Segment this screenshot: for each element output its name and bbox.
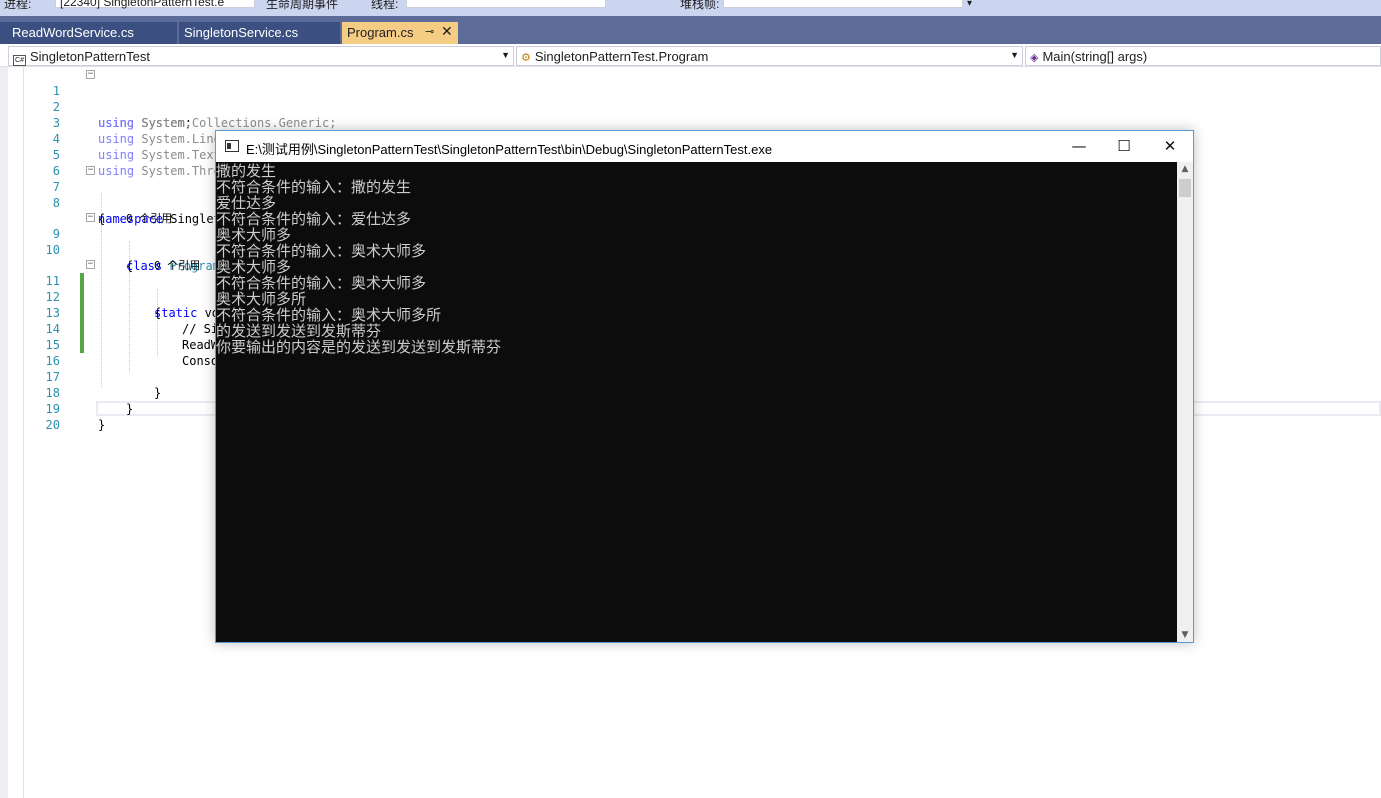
console-title-bar[interactable]: E:\测试用例\SingletonPatternTest\SingletonPa… bbox=[216, 131, 1193, 162]
tab-label: ReadWordService.cs bbox=[12, 25, 134, 40]
console-app-icon[interactable] bbox=[225, 140, 239, 152]
member-combo[interactable]: ◈ Main(string[] args) bbox=[1025, 46, 1381, 66]
stack-frame-combo[interactable] bbox=[723, 0, 963, 8]
collapse-icon[interactable]: − bbox=[86, 213, 95, 222]
output-line: 奥术大师多所 bbox=[216, 290, 307, 308]
scrollbar-thumb[interactable] bbox=[1179, 179, 1191, 197]
collapse-icon[interactable]: − bbox=[86, 260, 95, 269]
code-line: 4 using System.Text; bbox=[0, 115, 1381, 162]
output-line: 奥术大师多 bbox=[216, 226, 292, 244]
output-line: 不符合条件的输入：奥术大师多所 bbox=[216, 306, 442, 324]
output-line: 不符合条件的输入：奥术大师多 bbox=[216, 274, 427, 292]
project-combo[interactable]: C# SingletonPatternTest ▼ bbox=[8, 46, 514, 66]
method-icon: ◈ bbox=[1030, 52, 1039, 64]
stack-label: 堆栈帧: bbox=[680, 0, 720, 11]
lifecycle-label[interactable]: 生命周期事件 bbox=[266, 0, 338, 12]
process-label: 进程: bbox=[4, 0, 32, 11]
navigation-bar: C# SingletonPatternTest ▼ ⚙ SingletonPatte… bbox=[0, 45, 1381, 67]
maximize-button[interactable]: ☐ bbox=[1101, 131, 1147, 162]
output-line: 的发送到发送到发斯蒂芬 bbox=[216, 322, 382, 340]
output-line: 不符合条件的输入：撒的发生 bbox=[216, 178, 412, 196]
output-line: 奥术大师多 bbox=[216, 258, 292, 276]
member-name: Main(string[] args) bbox=[1042, 49, 1148, 64]
collapse-icon[interactable]: − bbox=[86, 70, 95, 79]
code-text: } bbox=[98, 418, 106, 432]
class-icon: ⚙ bbox=[521, 52, 531, 64]
console-scrollbar[interactable]: ▲ ▼ bbox=[1177, 162, 1193, 642]
console-title: E:\测试用例\SingletonPatternTest\SingletonPa… bbox=[246, 142, 773, 157]
toolbar-overflow-icon[interactable]: ▾ bbox=[967, 0, 972, 9]
process-value: [22340] SingletonPatternTest.e bbox=[60, 0, 225, 9]
csharp-project-icon: C# bbox=[13, 55, 26, 66]
code-line: 3 using System.Linq; bbox=[0, 99, 1381, 146]
project-name: SingletonPatternTest bbox=[30, 49, 150, 64]
document-tab-strip: ReadWordService.cs SingletonService.cs P… bbox=[0, 16, 1381, 61]
tab-label: Program.cs bbox=[347, 25, 414, 40]
tab-program[interactable]: Program.cs ⊸ ✕ bbox=[342, 22, 458, 44]
tab-label: SingletonService.cs bbox=[184, 25, 299, 40]
chevron-down-icon: ▼ bbox=[501, 50, 510, 60]
output-line: 不符合条件的输入：奥术大师多 bbox=[216, 242, 427, 260]
collapse-icon[interactable]: − bbox=[86, 166, 95, 175]
type-combo[interactable]: ⚙ SingletonPatternTest.Program ▼ bbox=[516, 46, 1023, 66]
close-button[interactable]: ✕ bbox=[1147, 131, 1193, 162]
scroll-down-icon[interactable]: ▼ bbox=[1177, 630, 1193, 640]
scroll-up-icon[interactable]: ▲ bbox=[1177, 164, 1193, 174]
output-line: 爱仕达多 bbox=[216, 194, 277, 212]
tab-singletonservice[interactable]: SingletonService.cs bbox=[179, 22, 340, 44]
output-line: 不符合条件的输入：爱仕达多 bbox=[216, 210, 412, 228]
line-number: 20 bbox=[45, 418, 60, 432]
minimize-button[interactable]: — bbox=[1056, 131, 1102, 162]
thread-label: 线程: bbox=[371, 0, 399, 11]
output-line: 你要输出的内容是的发送到发送到发斯蒂芬 bbox=[216, 338, 502, 356]
debug-toolbar: 进程: [22340] SingletonPatternTest.e 生命周期事… bbox=[0, 0, 1381, 16]
tab-readwordservice[interactable]: ReadWordService.cs bbox=[0, 22, 177, 44]
output-line: 撒的发生 bbox=[216, 162, 277, 180]
thread-combo[interactable] bbox=[406, 0, 606, 8]
pin-icon[interactable]: ⊸ bbox=[425, 25, 434, 38]
close-icon[interactable]: ✕ bbox=[441, 23, 453, 40]
process-combo[interactable]: [22340] SingletonPatternTest.e bbox=[55, 0, 255, 9]
code-line: 1 − using System; bbox=[0, 67, 1381, 131]
chevron-down-icon: ▼ bbox=[1010, 50, 1019, 60]
code-line: 2 using System.Collections.Generic; bbox=[0, 83, 1381, 130]
console-window[interactable]: E:\测试用例\SingletonPatternTest\SingletonPa… bbox=[215, 130, 1194, 643]
type-name: SingletonPatternTest.Program bbox=[534, 49, 709, 64]
console-output[interactable]: 撒的发生 不符合条件的输入：撒的发生 爱仕达多 不符合条件的输入：爱仕达多 奥术… bbox=[216, 162, 1177, 642]
